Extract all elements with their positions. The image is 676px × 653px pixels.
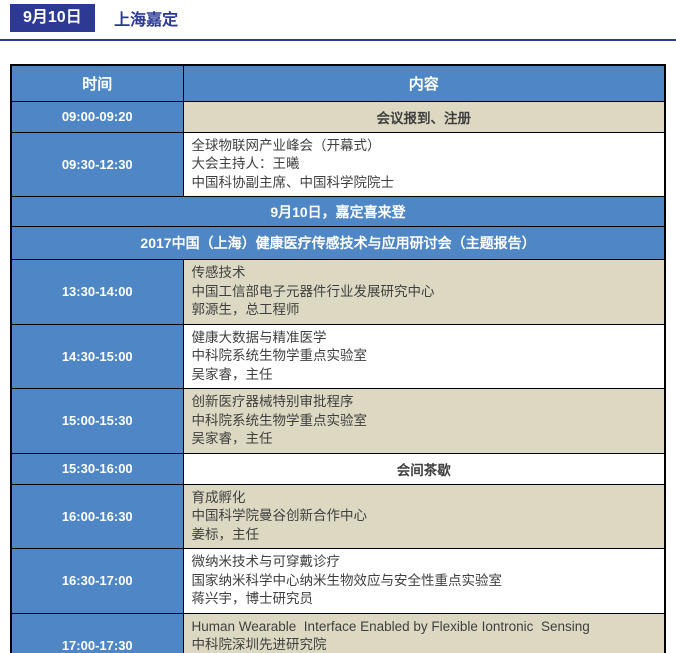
content-line: 郭源生，总工程师 <box>192 301 657 320</box>
content-cell: 健康大数据与精准医学 中科院系统生物学重点实验室 吴家睿，主任 <box>183 324 665 389</box>
time-cell: 15:30-16:00 <box>11 453 183 484</box>
content-line: 吴家睿，主任 <box>192 430 657 449</box>
content-line: Human Wearable Interface Enabled by Flex… <box>192 618 657 637</box>
content-cell: 传感技术 中国工信部电子元器件行业发展研究中心 郭源生，总工程师 <box>183 260 665 325</box>
table-row: 17:00-17:30 Human Wearable Interface Ena… <box>11 613 665 653</box>
content-line: 中科院深圳先进研究院 <box>192 636 657 653</box>
content-line: 健康大数据与精准医学 <box>192 329 657 348</box>
date-badge: 9月10日 <box>10 4 95 32</box>
content-line: 中国工信部电子元器件行业发展研究中心 <box>192 283 657 302</box>
time-cell: 09:30-12:30 <box>11 132 183 197</box>
content-cell: 育成孵化 中国科学院曼谷创新合作中心 姜标，主任 <box>183 484 665 549</box>
agenda-page: 9月10日 上海嘉定 时间 内容 09:00-09:20 会议报到、注册 09:… <box>0 0 676 653</box>
time-cell: 13:30-14:00 <box>11 260 183 325</box>
content-cell: 会间茶歇 <box>183 453 665 484</box>
table-row: 15:00-15:30 创新医疗器械特别审批程序 中科院系统生物学重点实验室 吴… <box>11 389 665 454</box>
table-row: 16:00-16:30 育成孵化 中国科学院曼谷创新合作中心 姜标，主任 <box>11 484 665 549</box>
session-band: 9月10日，嘉定喜来登 <box>11 197 665 227</box>
col-header-time: 时间 <box>11 65 183 101</box>
content-line: 创新医疗器械特别审批程序 <box>192 393 657 412</box>
session-band: 2017中国（上海）健康医疗传感技术与应用研讨会（主题报告） <box>11 227 665 260</box>
content-line: 大会主持人：王曦 <box>192 155 657 174</box>
table-row: 09:30-12:30 全球物联网产业峰会（开幕式） 大会主持人：王曦 中国科协… <box>11 132 665 197</box>
content-line: 姜标，主任 <box>192 526 657 545</box>
table-row: 16:30-17:00 微纳米技术与可穿戴诊疗 国家纳米科学中心纳米生物效应与安… <box>11 549 665 614</box>
content-line: 传感技术 <box>192 264 657 283</box>
content-line: 微纳米技术与可穿戴诊疗 <box>192 553 657 572</box>
page-header: 9月10日 上海嘉定 <box>0 0 676 32</box>
content-line: 中科院系统生物学重点实验室 <box>192 347 657 366</box>
table-header-row: 时间 内容 <box>11 65 665 101</box>
session-band-row: 9月10日，嘉定喜来登 <box>11 197 665 227</box>
content-line: 中科院系统生物学重点实验室 <box>192 412 657 431</box>
table-row: 09:00-09:20 会议报到、注册 <box>11 101 665 132</box>
time-cell: 16:00-16:30 <box>11 484 183 549</box>
time-cell: 16:30-17:00 <box>11 549 183 614</box>
time-cell: 17:00-17:30 <box>11 613 183 653</box>
location-title: 上海嘉定 <box>114 6 178 30</box>
time-cell: 09:00-09:20 <box>11 101 183 132</box>
table-row: 13:30-14:00 传感技术 中国工信部电子元器件行业发展研究中心 郭源生，… <box>11 260 665 325</box>
content-line: 中国科学院曼谷创新合作中心 <box>192 507 657 526</box>
time-cell: 15:00-15:30 <box>11 389 183 454</box>
content-line: 国家纳米科学中心纳米生物效应与安全性重点实验室 <box>192 572 657 591</box>
content-line: 蒋兴宇，博士研究员 <box>192 590 657 609</box>
content-line: 吴家睿，主任 <box>192 366 657 385</box>
header-divider <box>0 39 676 41</box>
content-line: 育成孵化 <box>192 489 657 508</box>
content-cell: 微纳米技术与可穿戴诊疗 国家纳米科学中心纳米生物效应与安全性重点实验室 蒋兴宇，… <box>183 549 665 614</box>
content-cell: 会议报到、注册 <box>183 101 665 132</box>
table-row: 14:30-15:00 健康大数据与精准医学 中科院系统生物学重点实验室 吴家睿… <box>11 324 665 389</box>
content-line: 中国科协副主席、中国科学院院士 <box>192 174 657 193</box>
content-cell: Human Wearable Interface Enabled by Flex… <box>183 613 665 653</box>
table-row: 15:30-16:00 会间茶歇 <box>11 453 665 484</box>
agenda-table: 时间 内容 09:00-09:20 会议报到、注册 09:30-12:30 全球… <box>10 64 666 653</box>
col-header-content: 内容 <box>183 65 665 101</box>
content-cell: 全球物联网产业峰会（开幕式） 大会主持人：王曦 中国科协副主席、中国科学院院士 <box>183 132 665 197</box>
session-band-row: 2017中国（上海）健康医疗传感技术与应用研讨会（主题报告） <box>11 227 665 260</box>
content-line: 全球物联网产业峰会（开幕式） <box>192 137 657 156</box>
time-cell: 14:30-15:00 <box>11 324 183 389</box>
content-cell: 创新医疗器械特别审批程序 中科院系统生物学重点实验室 吴家睿，主任 <box>183 389 665 454</box>
